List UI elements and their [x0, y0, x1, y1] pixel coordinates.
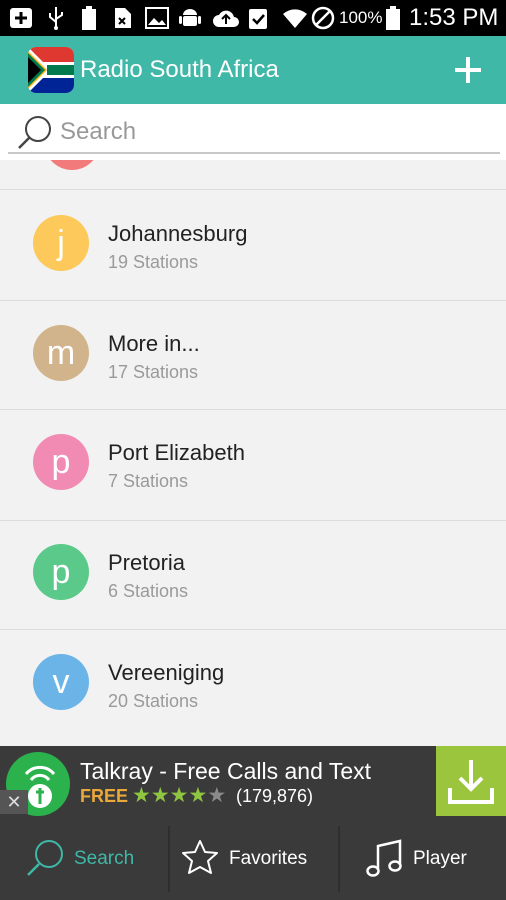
cloud-upload-icon: [212, 6, 240, 30]
add-notification-icon: [8, 6, 34, 30]
do-not-disturb-icon: [311, 6, 335, 30]
plus-icon: [455, 57, 481, 83]
south-africa-flag-icon: [28, 47, 74, 93]
ad-rating-count: (179,876): [236, 786, 314, 806]
search-input[interactable]: [60, 114, 490, 150]
tab-player-label: Player: [413, 848, 467, 869]
city-item-pretoria[interactable]: p Pretoria 6 Stations: [0, 519, 506, 629]
wifi-icon: [282, 6, 308, 30]
city-name: More in...: [108, 331, 200, 356]
letter-avatar: m: [33, 325, 89, 381]
tab-search-label: Search: [74, 848, 135, 869]
station-count: 7 Stations: [108, 471, 189, 491]
ad-rating-stars: ★★★★★: [132, 783, 226, 808]
download-icon: [448, 760, 494, 804]
city-name: Johannesburg: [108, 221, 248, 246]
station-count: 19 Stations: [108, 252, 199, 272]
clock: 1:53 PM: [409, 4, 499, 31]
star-filled-icon: ★: [132, 784, 151, 807]
city-name: Vereeniging: [108, 660, 225, 685]
tab-favorites-label: Favorites: [229, 848, 308, 869]
star-filled-icon: ★: [150, 784, 170, 807]
search-icon: [27, 840, 63, 876]
city-item-more-in[interactable]: m More in... 17 Stations: [0, 300, 506, 410]
music-note-icon: [366, 839, 402, 877]
station-count: 6 Stations: [108, 581, 189, 601]
search-underline: [8, 152, 500, 154]
usb-icon: [46, 6, 66, 30]
android-icon: [178, 6, 202, 30]
station-count: 17 Stations: [108, 362, 199, 382]
status-bar: 100% 1:53 PM: [0, 0, 506, 36]
letter-avatar: j: [33, 215, 89, 271]
city-name: Port Elizabeth: [108, 440, 245, 465]
battery-full-icon: [80, 6, 98, 30]
ad-download-button[interactable]: [436, 746, 506, 816]
star-empty-icon: ★: [207, 784, 227, 807]
search-icon: [16, 113, 56, 153]
letter-avatar: p: [33, 434, 89, 490]
city-item-port-elizabeth[interactable]: p Port Elizabeth 7 Stations: [0, 409, 506, 519]
ad-price: FREE: [80, 786, 129, 806]
battery-percent: 100%: [339, 8, 383, 27]
ad-close-button[interactable]: ✕: [0, 790, 28, 814]
letter-avatar: v: [33, 654, 89, 710]
add-button[interactable]: [448, 50, 488, 90]
sd-card-icon: [112, 6, 134, 30]
app-title: Radio South Africa: [80, 56, 279, 83]
star-filled-icon: ★: [188, 784, 208, 807]
partial-letter-circle: [44, 160, 100, 170]
image-icon: [144, 6, 170, 30]
city-item-johannesburg[interactable]: j Johannesburg 19 Stations: [0, 190, 506, 300]
letter-avatar: p: [33, 544, 89, 600]
star-filled-icon: ★: [169, 784, 189, 807]
battery-icon: [385, 6, 401, 30]
clipboard-check-icon: [246, 6, 270, 30]
ad-title: Talkray - Free Calls and Text: [80, 758, 372, 784]
station-count: 20 Stations: [108, 691, 199, 711]
city-item-vereeniging[interactable]: v Vereeniging 20 Stations: [0, 629, 506, 739]
city-name: Pretoria: [108, 550, 186, 575]
star-outline-icon: [182, 840, 218, 874]
city-list[interactable]: j Johannesburg 19 Stations m More in... …: [0, 160, 506, 746]
